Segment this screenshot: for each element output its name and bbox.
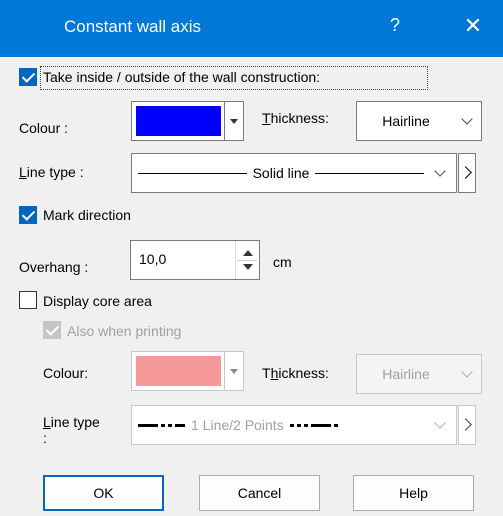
overhang-label: Overhang : bbox=[19, 259, 89, 275]
colour-label: Colour : bbox=[19, 120, 69, 136]
chevron-down-icon bbox=[461, 113, 473, 125]
colour-swatch bbox=[136, 106, 221, 136]
linetype-select[interactable]: Solid line bbox=[131, 153, 457, 193]
colour-picker[interactable] bbox=[131, 101, 244, 141]
take-inside-checkbox[interactable] bbox=[19, 68, 37, 86]
overhang-spinner[interactable]: 10,0 bbox=[130, 240, 260, 280]
core-thickness-label: Thickness: bbox=[262, 365, 329, 381]
dropdown-caret-icon bbox=[230, 369, 238, 374]
chevron-right-icon bbox=[459, 418, 472, 431]
close-icon[interactable]: ✕ bbox=[458, 13, 488, 39]
dropdown-caret-icon bbox=[230, 119, 238, 124]
spin-down-icon[interactable] bbox=[243, 264, 253, 270]
core-linetype-value: 1 Line/2 Points bbox=[191, 417, 284, 433]
chevron-down-icon bbox=[434, 165, 446, 177]
chevron-right-icon bbox=[459, 166, 472, 179]
core-linetype-preview: 1 Line/2 Points bbox=[138, 406, 424, 444]
spin-up-icon[interactable] bbox=[243, 250, 253, 256]
core-colour-swatch bbox=[136, 356, 221, 386]
solid-line-left bbox=[138, 172, 247, 174]
thickness-value: Hairline bbox=[382, 113, 430, 129]
chevron-down-icon bbox=[461, 366, 473, 378]
linetype-label: Line type : bbox=[19, 164, 84, 180]
title-bar: Constant wall axis ? ✕ bbox=[0, 0, 503, 57]
thickness-label: Thickness: bbox=[262, 110, 329, 126]
dash-pattern-right bbox=[289, 423, 338, 427]
core-thickness-value: Hairline bbox=[382, 366, 430, 382]
also-printing-checkbox[interactable] bbox=[43, 321, 61, 339]
colour-divider bbox=[224, 102, 225, 140]
help-icon[interactable]: ? bbox=[380, 15, 410, 36]
cancel-button[interactable]: Cancel bbox=[199, 475, 320, 511]
core-colour-picker[interactable] bbox=[131, 351, 244, 391]
core-linetype-select[interactable]: 1 Line/2 Points bbox=[131, 405, 457, 445]
thickness-select[interactable]: Hairline bbox=[356, 101, 482, 141]
help-button[interactable]: Help bbox=[353, 475, 474, 511]
dialog-title: Constant wall axis bbox=[64, 17, 202, 36]
display-core-area-label: Display core area bbox=[43, 293, 152, 309]
core-colour-label: Colour: bbox=[43, 365, 89, 381]
core-linetype-colon: : bbox=[43, 430, 47, 446]
core-linetype-label: Line type bbox=[43, 414, 100, 430]
overhang-value: 10,0 bbox=[139, 251, 167, 267]
mark-direction-label: Mark direction bbox=[43, 207, 131, 223]
display-core-area-checkbox[interactable] bbox=[19, 291, 37, 309]
core-linetype-more-button[interactable] bbox=[458, 405, 476, 445]
also-printing-label: Also when printing bbox=[67, 323, 182, 339]
spin-divider bbox=[238, 260, 257, 261]
linetype-value: Solid line bbox=[252, 165, 310, 181]
constant-wall-axis-dialog: Constant wall axis ? ✕ Take inside / out… bbox=[0, 0, 503, 516]
overhang-unit: cm bbox=[273, 254, 292, 270]
chevron-down-icon bbox=[434, 417, 446, 429]
dash-pattern-left bbox=[138, 423, 185, 427]
linetype-more-button[interactable] bbox=[458, 153, 476, 193]
linetype-preview: Solid line bbox=[138, 154, 425, 192]
focus-rectangle bbox=[40, 66, 428, 90]
core-thickness-select[interactable]: Hairline bbox=[356, 354, 482, 394]
core-colour-divider bbox=[224, 352, 225, 390]
spin-buttons[interactable] bbox=[235, 241, 259, 279]
solid-line-right bbox=[315, 172, 425, 174]
ok-button[interactable]: OK bbox=[43, 475, 164, 511]
mark-direction-checkbox[interactable] bbox=[19, 206, 37, 224]
